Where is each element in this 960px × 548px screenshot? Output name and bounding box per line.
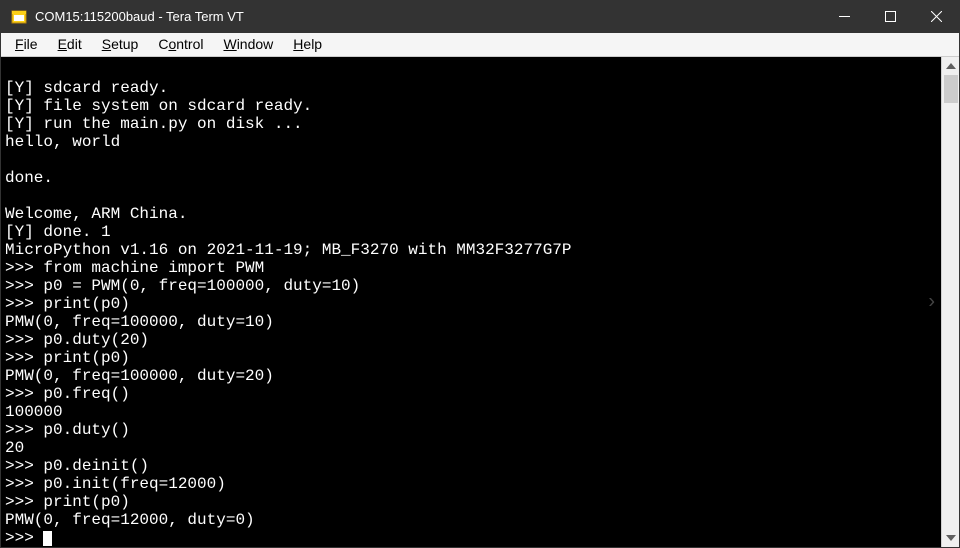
app-icon (11, 9, 27, 25)
menubar: File Edit Setup Control Window Help (1, 33, 959, 57)
terminal-line: >>> print(p0) (5, 493, 941, 511)
scroll-up-arrow-icon[interactable] (942, 57, 959, 75)
terminal-line: PMW(0, freq=100000, duty=20) (5, 367, 941, 385)
terminal-line: PMW(0, freq=12000, duty=0) (5, 511, 941, 529)
terminal-line: [Y] file system on sdcard ready. (5, 97, 941, 115)
menu-setup[interactable]: Setup (92, 34, 149, 54)
terminal-line: >>> p0.init(freq=12000) (5, 475, 941, 493)
terminal-line: >>> p0.duty() (5, 421, 941, 439)
terminal-line: PMW(0, freq=100000, duty=10) (5, 313, 941, 331)
scroll-thumb[interactable] (944, 75, 958, 103)
terminal-window: COM15:115200baud - Tera Term VT File Edi… (0, 0, 960, 548)
menu-file[interactable]: File (5, 34, 48, 54)
menu-edit[interactable]: Edit (48, 34, 92, 54)
terminal-line (5, 61, 941, 79)
terminal-line: >>> print(p0) (5, 349, 941, 367)
window-title: COM15:115200baud - Tera Term VT (35, 9, 821, 24)
scroll-down-arrow-icon[interactable] (942, 529, 959, 547)
menu-window[interactable]: Window (213, 34, 283, 54)
terminal-line: >>> p0.duty(20) (5, 331, 941, 349)
terminal-line: >>> p0 = PWM(0, freq=100000, duty=10) (5, 277, 941, 295)
terminal-line: MicroPython v1.16 on 2021-11-19; MB_F327… (5, 241, 941, 259)
terminal-line: done. (5, 169, 941, 187)
terminal-line (5, 187, 941, 205)
terminal-line: Welcome, ARM China. (5, 205, 941, 223)
terminal-line: >>> p0.freq() (5, 385, 941, 403)
vertical-scrollbar[interactable] (941, 57, 959, 547)
terminal-line: [Y] sdcard ready. (5, 79, 941, 97)
terminal-line: [Y] done. 1 (5, 223, 941, 241)
scroll-track[interactable] (942, 75, 959, 529)
terminal-prompt-line: >>> (5, 529, 941, 547)
terminal-line: >>> p0.deinit() (5, 457, 941, 475)
terminal-line (5, 151, 941, 169)
terminal-line: 100000 (5, 403, 941, 421)
minimize-button[interactable] (821, 1, 867, 33)
terminal-output[interactable]: [Y] sdcard ready.[Y] file system on sdca… (1, 57, 941, 547)
terminal-line: [Y] run the main.py on disk ... (5, 115, 941, 133)
window-controls (821, 1, 959, 33)
terminal-line: 20 (5, 439, 941, 457)
close-button[interactable] (913, 1, 959, 33)
terminal-line: >>> from machine import PWM (5, 259, 941, 277)
maximize-button[interactable] (867, 1, 913, 33)
terminal-line: hello, world (5, 133, 941, 151)
terminal-line: >>> print(p0) (5, 295, 941, 313)
menu-help[interactable]: Help (283, 34, 332, 54)
content-area: [Y] sdcard ready.[Y] file system on sdca… (1, 57, 959, 547)
menu-control[interactable]: Control (148, 34, 213, 54)
terminal-cursor (43, 531, 52, 546)
titlebar[interactable]: COM15:115200baud - Tera Term VT (1, 1, 959, 33)
